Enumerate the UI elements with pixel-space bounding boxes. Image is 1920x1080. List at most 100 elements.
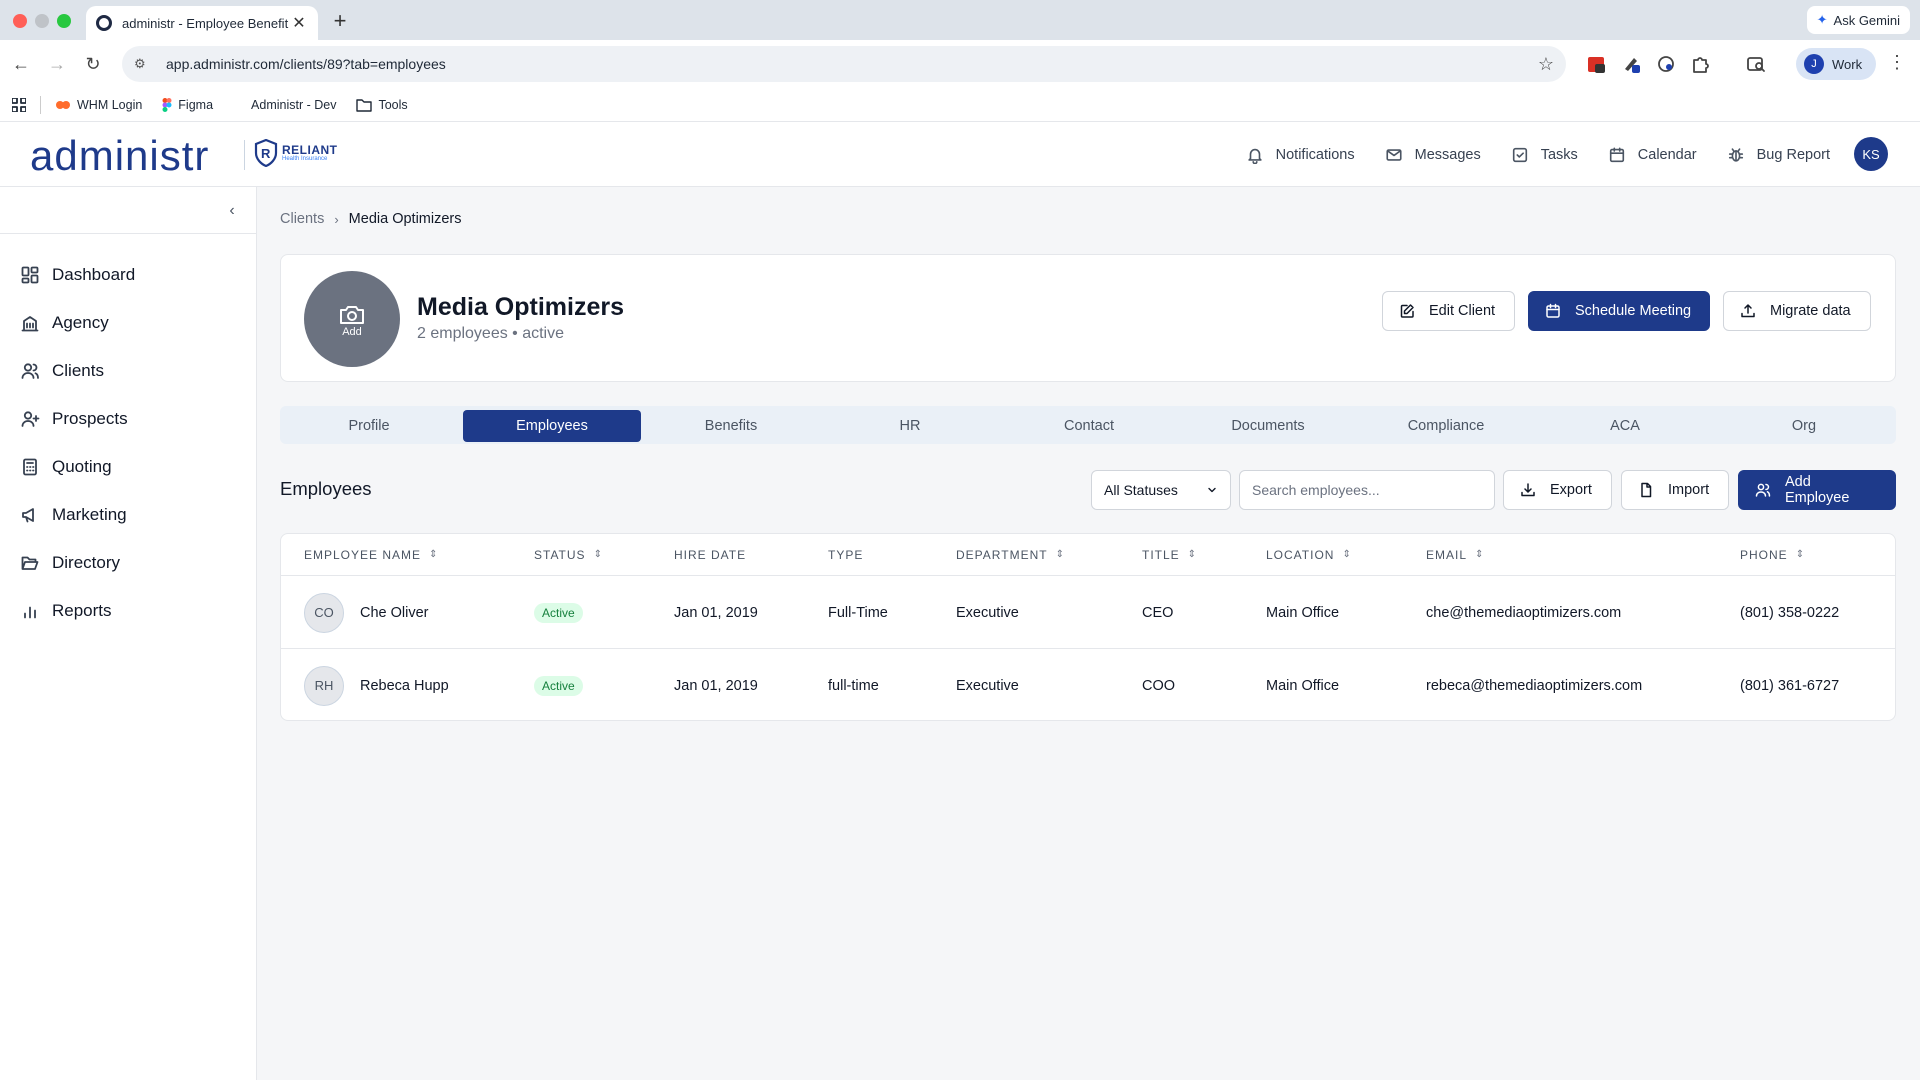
tab-search-icon[interactable] [1744,52,1768,76]
export-button[interactable]: Export [1503,470,1612,510]
status-filter-select[interactable]: All Statuses [1091,470,1231,510]
extension-paint-icon[interactable] [1620,52,1644,76]
apps-grid-icon[interactable] [12,97,26,112]
nav-notifications[interactable]: Notifications [1246,146,1355,164]
employee-name[interactable]: Che Oliver [360,605,429,621]
bookmark-figma[interactable]: Figma [162,97,213,112]
extension-calendar-icon[interactable] [1584,52,1608,76]
close-tab-icon[interactable]: ✕ [290,13,308,33]
column-phone[interactable]: PHONE ⇕ [1740,534,1805,576]
reload-button[interactable]: ↻ [76,47,110,81]
folder-open-icon [21,556,39,570]
extensions-puzzle-icon[interactable] [1688,52,1712,76]
sidebar-item-marketing[interactable]: Marketing [0,491,257,539]
sidebar-item-reports[interactable]: Reports [0,587,257,635]
client-avatar-upload[interactable]: Add [304,271,400,367]
user-avatar[interactable]: KS [1854,137,1888,171]
status-cell: Active [534,649,583,720]
edit-icon [1400,304,1414,318]
bar-chart-icon [24,606,36,619]
mail-icon [1386,148,1402,161]
column-email[interactable]: EMAIL ⇕ [1426,534,1484,576]
tab-hr[interactable]: HR [821,410,999,442]
browser-tab[interactable]: administr - Employee Benefit ✕ [86,6,318,40]
browser-tab-bar: administr - Employee Benefit ✕ + ✦ Ask G… [0,0,1920,40]
user-plus-icon [21,411,40,427]
tab-benefits[interactable]: Benefits [642,410,820,442]
browser-toolbar: ← → ↻ ⚙ app.administr.com/clients/89?tab… [0,40,1920,88]
tab-employees[interactable]: Employees [463,410,641,442]
address-bar[interactable]: ⚙ app.administr.com/clients/89?tab=emplo… [122,46,1566,82]
status-badge: Active [534,602,583,623]
administr-logo[interactable]: administr [30,132,209,180]
bookmark-star-icon[interactable]: ☆ [1538,54,1554,75]
breadcrumb-current: Media Optimizers [348,211,462,227]
employee-name[interactable]: Rebeca Hupp [360,678,449,694]
bookmark-administr-dev[interactable]: Administr - Dev [251,98,336,112]
tab-compliance[interactable]: Compliance [1357,410,1535,442]
table-row[interactable]: CO Che Oliver Active Jan 01, 2019 Full-T… [281,576,1895,649]
sidebar-item-directory[interactable]: Directory [0,539,257,587]
search-employees-input[interactable] [1239,470,1495,510]
sidebar-item-prospects[interactable]: Prospects [0,395,257,443]
window-maximize-button[interactable] [57,14,71,28]
sidebar-item-quoting[interactable]: Quoting [0,443,257,491]
nav-calendar[interactable]: Calendar [1608,146,1697,164]
sidebar-item-dashboard[interactable]: Dashboard [0,251,257,299]
window-close-button[interactable] [13,14,27,28]
forward-button[interactable]: → [40,47,74,81]
nav-label: Notifications [1275,146,1355,163]
column-status[interactable]: STATUS ⇕ [534,534,603,576]
window-minimize-button[interactable] [35,14,49,28]
nav-tasks[interactable]: Tasks [1511,146,1578,164]
edit-client-button[interactable]: Edit Client [1382,291,1515,331]
sparkle-icon: ✦ [1816,12,1828,27]
sort-icon: ⇕ [429,549,439,560]
phone-cell: (801) 361-6727 [1740,677,1840,694]
tab-documents[interactable]: Documents [1179,410,1357,442]
bookmark-whm-login[interactable]: WHM Login [55,98,142,112]
tab-contact[interactable]: Contact [1000,410,1178,442]
svg-text:R: R [261,146,271,161]
title-cell: CEO [1142,604,1174,621]
employee-avatar: CO [304,592,344,633]
column-department[interactable]: DEPARTMENT ⇕ [956,534,1065,576]
browser-tab-title: administr - Employee Benefit [122,15,289,31]
megaphone-icon [22,508,34,523]
sidebar-item-agency[interactable]: Agency [0,299,257,347]
nav-messages[interactable]: Messages [1385,146,1481,164]
cpanel-icon [55,99,71,111]
browser-menu-icon[interactable]: ⋮ [1888,52,1906,73]
tab-profile[interactable]: Profile [280,410,458,442]
bookmark-tools[interactable]: Tools [356,98,408,112]
nav-bug-report[interactable]: Bug Report [1727,146,1830,164]
tab-org[interactable]: Org [1715,410,1893,442]
table-row[interactable]: RH Rebeca Hupp Active Jan 01, 2019 full-… [281,649,1895,720]
app-header: administr R RELIANT Health Insurance Not… [0,122,1920,187]
nav-label: Tasks [1540,146,1578,163]
extension-globe-icon[interactable] [1654,52,1678,76]
button-label: Export [1550,482,1592,498]
calculator-icon [23,458,37,476]
column-title[interactable]: TITLE ⇕ [1142,534,1197,576]
migrate-data-button[interactable]: Migrate data [1723,291,1871,331]
profile-label: Work [1832,56,1863,72]
site-settings-icon[interactable]: ⚙ [134,56,156,72]
sidebar-item-clients[interactable]: Clients [0,347,257,395]
add-employee-button[interactable]: Add Employee [1738,470,1896,510]
import-button[interactable]: Import [1621,470,1729,510]
collapse-sidebar-icon[interactable]: ‹ [222,201,242,221]
client-tabs: Profile Employees Benefits HR Contact Do… [280,406,1896,444]
back-button[interactable]: ← [4,47,38,81]
ask-gemini-button[interactable]: ✦ Ask Gemini [1806,6,1910,34]
dashboard-icon [21,266,39,284]
column-employee-name[interactable]: EMPLOYEE NAME ⇕ [304,534,438,576]
column-location[interactable]: LOCATION ⇕ [1266,534,1352,576]
profile-avatar: J [1804,54,1824,74]
new-tab-button[interactable]: + [328,8,352,34]
breadcrumb-clients-link[interactable]: Clients [280,211,324,227]
profile-button[interactable]: J Work [1796,48,1877,80]
avatar-add-label: Add [342,326,362,338]
schedule-meeting-button[interactable]: Schedule Meeting [1528,291,1710,331]
tab-aca[interactable]: ACA [1536,410,1714,442]
